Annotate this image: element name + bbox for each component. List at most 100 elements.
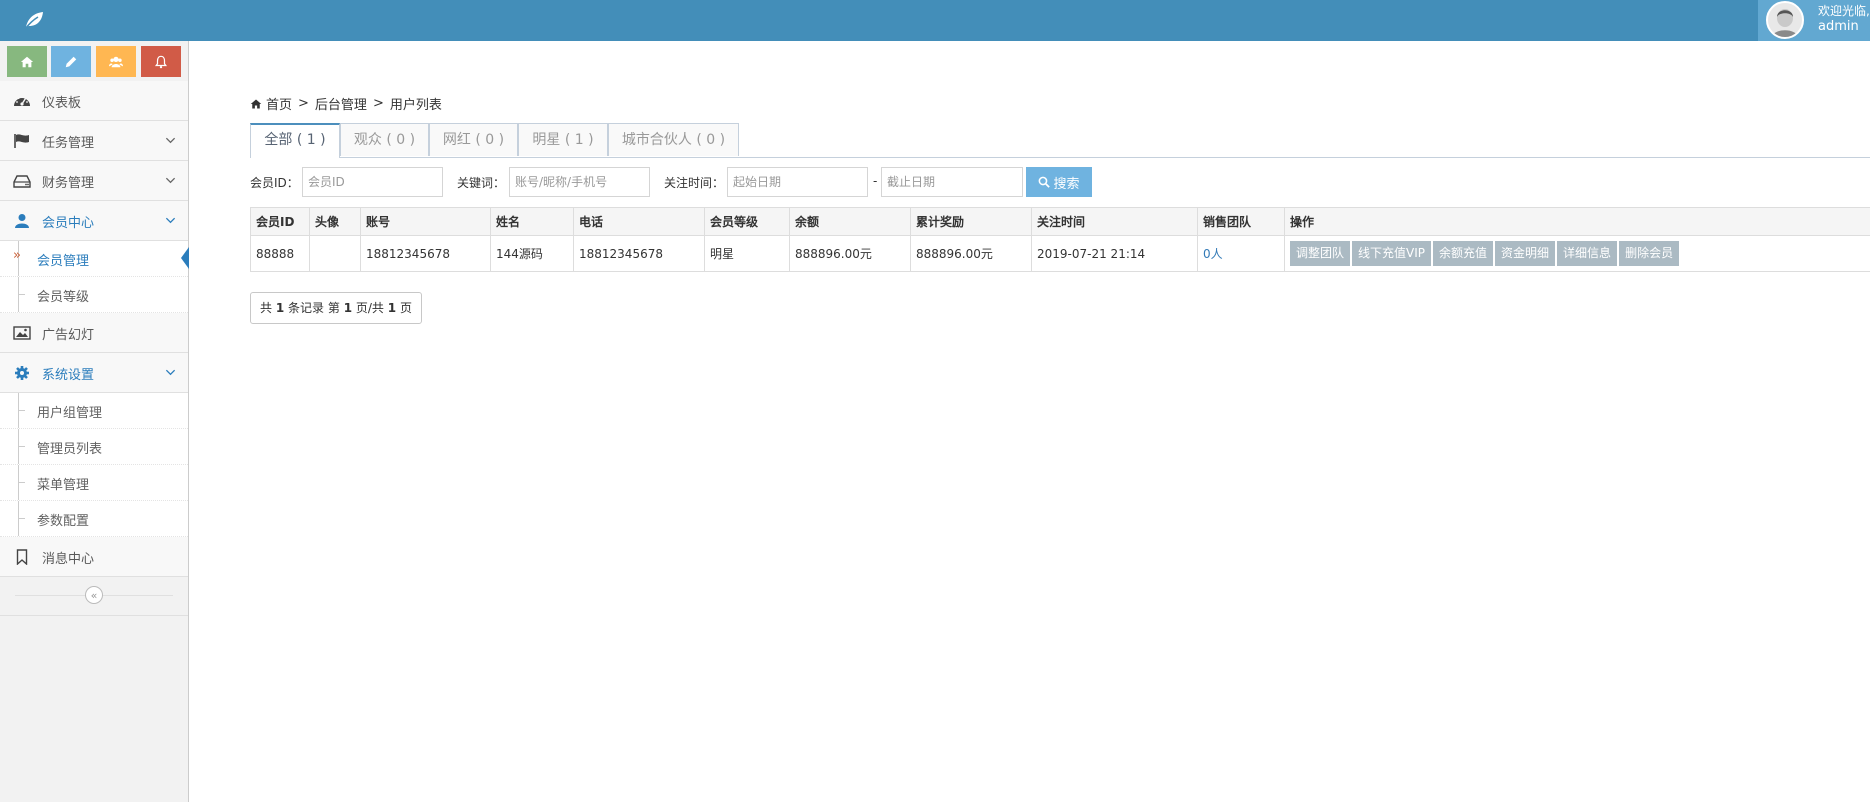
sidebar-subitem-label: 参数配置 — [37, 514, 90, 529]
shortcut-home-button[interactable] — [7, 46, 47, 77]
pencil-icon — [65, 56, 77, 67]
shortcut-bell-button[interactable] — [141, 46, 181, 77]
sidebar-item-label: 系统设置 — [42, 368, 95, 383]
bookmark-icon — [13, 549, 31, 566]
tab-all[interactable]: 全部 ( 1 ) — [250, 123, 340, 158]
sidebar-subitem-user-groups[interactable]: 用户组管理 — [0, 393, 188, 429]
sidebar-item-label: 任务管理 — [42, 136, 95, 151]
pager-page: 1 — [343, 301, 353, 315]
column-header: 账号 — [360, 207, 491, 236]
double-chevron-left-icon: « — [90, 588, 98, 602]
offline-vip-recharge-button[interactable]: 线下充值VIP — [1352, 241, 1432, 266]
shortcut-users-button[interactable] — [96, 46, 136, 77]
date-range-dash: - — [873, 174, 878, 188]
sidebar-subitem-params[interactable]: 参数配置 — [0, 501, 188, 537]
sidebar-item-tasks[interactable]: 任务管理 — [0, 121, 188, 161]
column-header: 姓名 — [490, 207, 574, 236]
tab-star[interactable]: 明星 ( 1 ) — [518, 123, 608, 156]
breadcrumb-level2[interactable]: 后台管理 — [315, 94, 367, 113]
member-table: 会员ID 头像 账号 姓名 电话 会员等级 余额 累计奖励 关注时间 销售团队 … — [250, 207, 1870, 272]
sidebar-subitem-member-level[interactable]: 会员等级 — [0, 277, 188, 313]
cog-icon — [13, 365, 31, 381]
cell-account: 18812345678 — [360, 235, 491, 272]
pager-text: 页 — [399, 301, 412, 315]
start-date-input[interactable] — [727, 167, 868, 197]
welcome-label: 欢迎光临, — [1818, 4, 1870, 18]
table-row: 88888 18812345678 144源码 18812345678 明星 8… — [250, 235, 1870, 272]
tab-city-partner[interactable]: 城市合伙人 ( 0 ) — [608, 123, 739, 156]
detail-info-button[interactable]: 详细信息 — [1557, 241, 1618, 266]
cell-balance: 888896.00元 — [789, 235, 911, 272]
sidebar-subitem-label: 用户组管理 — [37, 406, 103, 421]
sidebar-nav: 仪表板 任务管理 财务管理 会员中心 » 会员管理 会员等级 广告幻灯 系统设置… — [0, 81, 189, 616]
column-header: 操作 — [1284, 207, 1870, 236]
sidebar-subitem-menu-manage[interactable]: 菜单管理 — [0, 465, 188, 501]
sidebar-subitem-label: 会员等级 — [37, 290, 90, 305]
cell-phone: 18812345678 — [573, 235, 705, 272]
search-button[interactable]: 搜索 — [1026, 167, 1092, 197]
cell-member-id: 88888 — [250, 235, 310, 272]
adjust-team-button[interactable]: 调整团队 — [1290, 241, 1351, 266]
member-type-tabs: 全部 ( 1 ) 观众 ( 0 ) 网红 ( 0 ) 明星 ( 1 ) 城市合伙… — [250, 123, 1870, 158]
home-icon — [250, 99, 262, 108]
sidebar-subitem-label: 菜单管理 — [37, 478, 90, 493]
breadcrumb-separator: > — [298, 96, 309, 111]
sidebar-item-messages[interactable]: 消息中心 — [0, 537, 188, 577]
leaf-logo-icon[interactable] — [22, 8, 46, 32]
delete-member-button[interactable]: 删除会员 — [1619, 241, 1680, 266]
welcome-text: 欢迎光临, admin — [1818, 3, 1870, 35]
end-date-input[interactable] — [881, 167, 1023, 197]
active-marker: » — [13, 248, 21, 263]
member-id-label: 会员ID： — [250, 176, 299, 190]
column-header: 电话 — [573, 207, 705, 236]
sidebar-subitem-member-manage[interactable]: » 会员管理 — [0, 241, 189, 277]
shortcut-edit-button[interactable] — [51, 46, 91, 77]
chevron-down-icon — [165, 177, 176, 184]
table-header-row: 会员ID 头像 账号 姓名 电话 会员等级 余额 累计奖励 关注时间 销售团队 … — [250, 207, 1870, 236]
sidebar-item-label: 广告幻灯 — [42, 328, 95, 343]
tab-audience[interactable]: 观众 ( 0 ) — [340, 123, 429, 156]
sidebar-item-label: 会员中心 — [42, 216, 95, 231]
cell-follow-time: 2019-07-21 21:14 — [1031, 235, 1198, 272]
balance-recharge-button[interactable]: 余额充值 — [1433, 241, 1494, 266]
breadcrumb: 首页 > 后台管理 > 用户列表 — [250, 94, 442, 113]
bell-icon — [154, 55, 168, 68]
user-menu[interactable]: 欢迎光临, admin — [1758, 0, 1870, 41]
team-link[interactable]: 0人 — [1203, 247, 1223, 261]
cell-actions: 调整团队 线下充值VIP 余额充值 资金明细 详细信息 删除会员 — [1284, 235, 1870, 272]
flag-icon — [13, 133, 31, 149]
keyword-input[interactable] — [509, 167, 650, 197]
user-icon — [13, 213, 31, 229]
sidebar-subitem-admin-list[interactable]: 管理员列表 — [0, 429, 188, 465]
follow-time-label: 关注时间： — [664, 176, 725, 190]
column-header: 会员ID — [250, 207, 310, 236]
column-header: 头像 — [309, 207, 361, 236]
hdd-icon — [13, 173, 31, 189]
dashboard-icon — [13, 93, 31, 109]
home-icon — [20, 56, 34, 67]
sidebar-item-ads[interactable]: 广告幻灯 — [0, 313, 188, 353]
chevron-down-icon — [165, 369, 176, 376]
pager-total: 1 — [275, 301, 285, 315]
search-icon — [1039, 176, 1051, 188]
sidebar-shortcuts — [0, 41, 188, 82]
cell-avatar — [309, 235, 361, 272]
picture-icon — [13, 325, 31, 341]
fund-details-button[interactable]: 资金明细 — [1495, 241, 1556, 266]
sidebar-item-dashboard[interactable]: 仪表板 — [0, 81, 188, 121]
collapse-sidebar-button[interactable]: « — [85, 586, 103, 604]
sidebar-item-system-settings[interactable]: 系统设置 — [0, 353, 188, 393]
sidebar-item-finance[interactable]: 财务管理 — [0, 161, 188, 201]
sidebar: 仪表板 任务管理 财务管理 会员中心 » 会员管理 会员等级 广告幻灯 系统设置… — [0, 41, 189, 802]
sidebar-item-member-center[interactable]: 会员中心 — [0, 201, 188, 241]
sidebar-subitem-label: 管理员列表 — [37, 442, 103, 457]
pager-text: 共 — [260, 301, 273, 315]
cell-name: 144源码 — [490, 235, 574, 272]
cell-reward: 888896.00元 — [910, 235, 1032, 272]
keyword-label: 关键词： — [457, 176, 506, 190]
username: admin — [1818, 19, 1859, 34]
member-id-input[interactable] — [302, 167, 443, 197]
sidebar-item-label: 财务管理 — [42, 176, 95, 191]
breadcrumb-home-link[interactable]: 首页 — [266, 94, 292, 113]
tab-influencer[interactable]: 网红 ( 0 ) — [429, 123, 518, 156]
